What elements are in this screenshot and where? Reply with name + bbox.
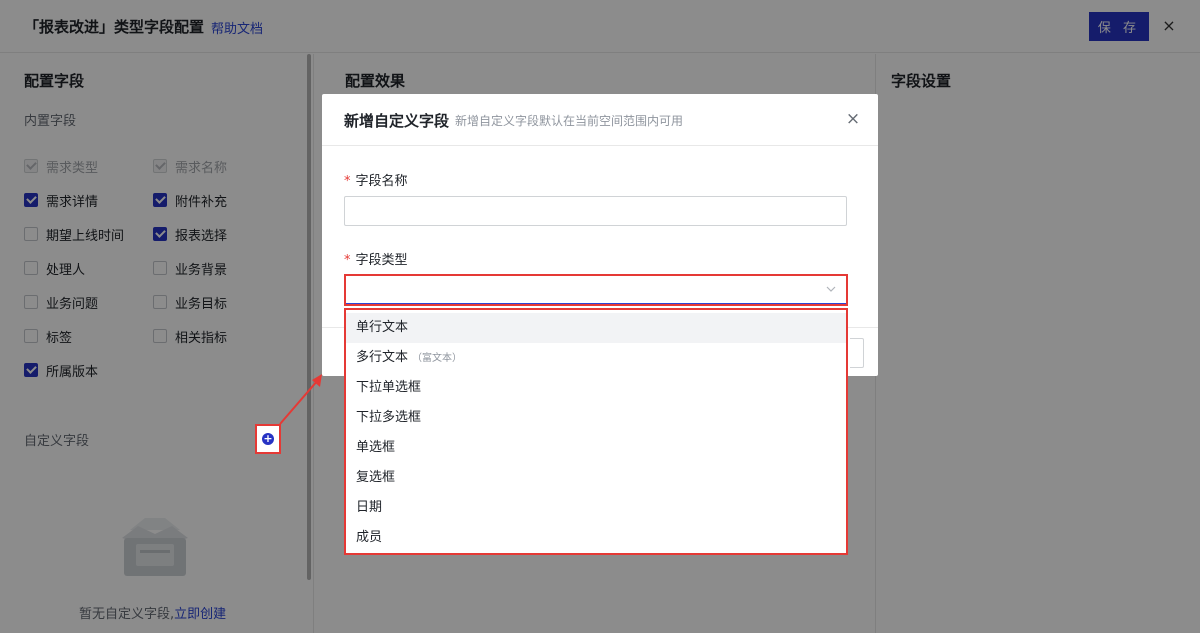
field-type-option[interactable]: 成员 bbox=[346, 523, 846, 553]
field-type-select[interactable] bbox=[344, 274, 848, 306]
field-type-option-note: （富文本） bbox=[412, 353, 463, 364]
required-mark: * bbox=[344, 174, 351, 189]
modal-title: 新增自定义字段 bbox=[344, 112, 450, 130]
field-type-option-label: 下拉单选框 bbox=[356, 380, 422, 395]
modal-subtitle: 新增自定义字段默认在当前空间范围内可用 bbox=[455, 114, 684, 128]
field-type-select-value bbox=[346, 276, 846, 304]
field-type-option-label: 单选框 bbox=[356, 440, 396, 455]
plus-circle-icon: + bbox=[262, 432, 274, 445]
field-type-option[interactable]: 日期 bbox=[346, 493, 846, 523]
field-type-option-label: 多行文本 bbox=[356, 350, 409, 365]
field-type-label: * 字段类型 bbox=[344, 249, 408, 268]
chevron-down-icon bbox=[826, 286, 836, 292]
field-type-option-label: 复选框 bbox=[356, 470, 396, 485]
modal-close-icon[interactable]: × bbox=[844, 108, 862, 130]
field-type-dropdown: 单行文本多行文本 （富文本） 下拉单选框下拉多选框单选框复选框日期成员 bbox=[344, 308, 848, 555]
field-name-label-text: 字段名称 bbox=[355, 174, 408, 189]
annotation-arrow bbox=[279, 374, 322, 425]
field-name-input[interactable] bbox=[344, 196, 847, 226]
field-type-option-label: 成员 bbox=[356, 530, 383, 545]
field-type-option-label: 单行文本 bbox=[356, 320, 409, 335]
field-type-option-label: 下拉多选框 bbox=[356, 410, 422, 425]
field-type-option[interactable]: 单行文本 bbox=[346, 313, 846, 343]
field-type-option[interactable]: 复选框 bbox=[346, 463, 846, 493]
field-type-option-label: 日期 bbox=[356, 500, 383, 515]
field-type-label-text: 字段类型 bbox=[355, 253, 408, 268]
modal-header: 新增自定义字段 新增自定义字段默认在当前空间范围内可用 × bbox=[322, 94, 878, 146]
field-type-option[interactable]: 下拉单选框 bbox=[346, 373, 846, 403]
field-type-option[interactable]: 多行文本 （富文本） bbox=[346, 343, 846, 373]
field-type-option[interactable]: 单选框 bbox=[346, 433, 846, 463]
footer-button[interactable] bbox=[850, 338, 864, 368]
required-mark: * bbox=[344, 253, 351, 268]
field-type-option[interactable]: 下拉多选框 bbox=[346, 403, 846, 433]
field-name-label: * 字段名称 bbox=[344, 170, 408, 189]
